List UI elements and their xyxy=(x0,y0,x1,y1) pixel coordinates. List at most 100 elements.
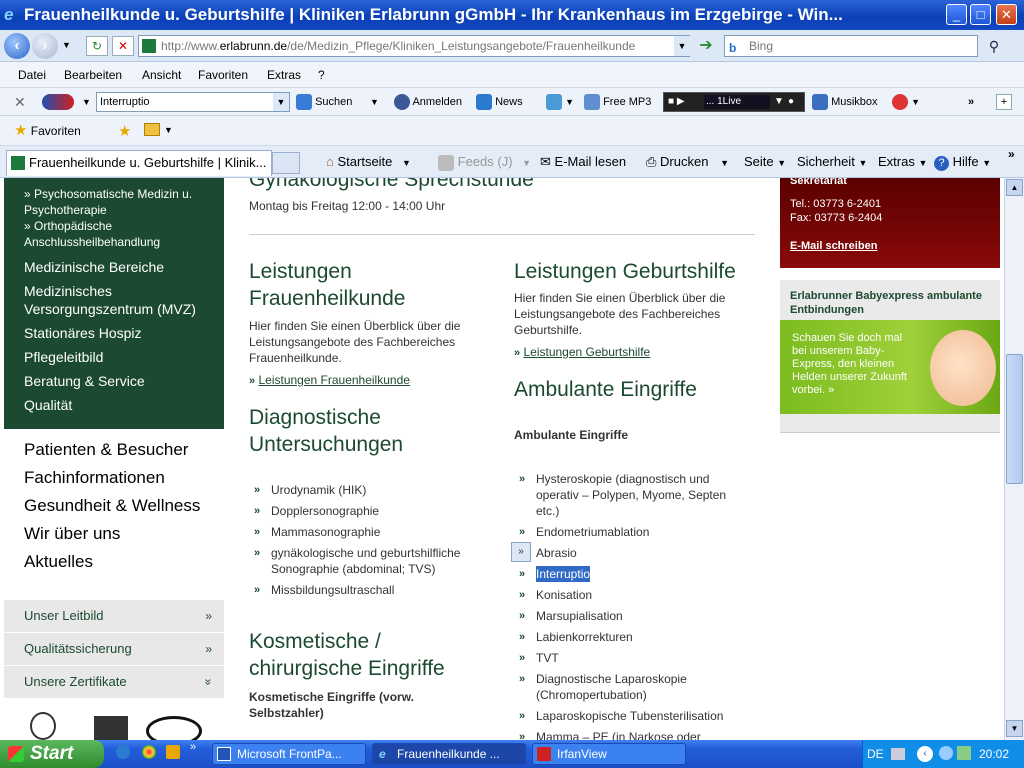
fh-link-row[interactable]: » Leistungen Frauenheilkunde xyxy=(249,373,410,387)
sicherheit-menu[interactable]: Sicherheit ▼ xyxy=(797,146,867,179)
toolbar-search-dropdown-icon[interactable]: ▼ xyxy=(273,93,289,111)
amb-item[interactable]: » TVT xyxy=(519,650,749,666)
nav-fachinformationen[interactable]: Fachinformationen xyxy=(24,468,165,488)
address-input[interactable]: http://www.erlabrunn.de/de/Medizin_Pfleg… xyxy=(138,35,690,57)
diag-item[interactable]: » Dopplersonographie xyxy=(254,503,484,519)
gh-link[interactable]: Leistungen Geburtshilfe xyxy=(523,345,650,359)
radio-station[interactable]: ... 1Live xyxy=(704,95,770,109)
menu-favoriten[interactable]: Favoriten xyxy=(198,62,248,88)
toolbar-overflow-icon[interactable]: » xyxy=(968,88,974,116)
vertical-scrollbar[interactable]: ▲ ▼ xyxy=(1004,178,1024,740)
startseite-button[interactable]: ⌂ Startseite ▼ xyxy=(326,146,411,179)
quicklaunch-overflow-icon[interactable]: » xyxy=(190,741,196,753)
email-link[interactable]: E-Mail schreiben xyxy=(790,240,877,252)
nav-sub-item[interactable]: » Orthopädische Anschlussheilbehandlung xyxy=(24,218,214,250)
radio-player[interactable]: ■ ▶ ... 1Live ▼ ● xyxy=(663,92,805,112)
nav-patienten[interactable]: Patienten & Besucher xyxy=(24,440,188,460)
taskbar-item-ie[interactable]: e Frauenheilkunde ... xyxy=(372,743,526,765)
amb-item[interactable]: » Interruptio xyxy=(519,566,749,582)
add-toolbar-icon[interactable]: + xyxy=(996,94,1012,110)
browser-tab[interactable]: Frauenheilkunde u. Geburtshilfe | Klinik… xyxy=(6,150,272,176)
folder-dropdown-icon[interactable]: ▼ xyxy=(164,125,173,135)
back-button[interactable]: ‹ xyxy=(4,33,30,59)
menu-datei[interactable]: Datei xyxy=(18,62,46,88)
amb-item[interactable]: » Laparoskopische Tubensterilisation xyxy=(519,708,749,724)
suchen-button[interactable]: Suchen xyxy=(296,88,352,116)
taskbar-item-irfanview[interactable]: IrfanView xyxy=(532,743,686,765)
logo-dropdown-icon[interactable]: ▼ xyxy=(82,88,91,116)
refresh-button[interactable]: ↻ xyxy=(86,36,108,56)
go-button[interactable]: ➔ xyxy=(696,36,716,56)
amb-item[interactable]: » Endometriumablation xyxy=(519,524,749,540)
amb-item[interactable]: » Diagnostische Laparoskopie (Chromopertu… xyxy=(519,671,749,703)
anmelden-button[interactable]: Anmelden xyxy=(394,88,462,116)
calendar-button[interactable]: ▼ xyxy=(546,88,574,116)
email-button[interactable]: ✉ E-Mail lesen xyxy=(540,146,626,178)
nav-item-medizinische-bereiche[interactable]: Medizinische Bereiche xyxy=(24,258,164,276)
menu-bearbeiten[interactable]: Bearbeiten xyxy=(64,62,122,88)
forward-button[interactable]: › xyxy=(32,33,58,59)
amb-item[interactable]: » Marsupialisation xyxy=(519,608,749,624)
suchen-dropdown-icon[interactable]: ▼ xyxy=(370,88,379,116)
search-input[interactable]: b Bing xyxy=(724,35,978,57)
hilfe-menu[interactable]: ? Hilfe ▼ xyxy=(934,146,991,179)
nav-aktuelles[interactable]: Aktuelles xyxy=(24,552,93,572)
close-button[interactable]: ✕ xyxy=(996,4,1017,25)
ie-quicklaunch-icon[interactable] xyxy=(116,745,130,759)
maximize-button[interactable]: □ xyxy=(970,4,991,25)
seite-menu[interactable]: Seite ▼ xyxy=(744,146,786,179)
radio-dropdown-icon[interactable]: ▼ xyxy=(774,93,784,111)
drucken-button[interactable]: ⎙ Drucken ▼ xyxy=(646,146,729,179)
scroll-up-button[interactable]: ▲ xyxy=(1006,179,1023,196)
diag-item[interactable]: » Missbildungsultraschall xyxy=(254,582,484,598)
folder-quicklaunch-icon[interactable] xyxy=(166,745,180,759)
search-icon[interactable]: ⚲ xyxy=(984,36,1004,56)
add-favorite-icon[interactable]: ★ xyxy=(118,122,131,140)
diag-item[interactable]: » Urodynamik (HIK) xyxy=(254,482,484,498)
close-toolbar-icon[interactable]: ✕ xyxy=(14,88,26,116)
toolbar-search-input[interactable]: Interruptio ▼ xyxy=(96,92,290,112)
menu-ansicht[interactable]: Ansicht xyxy=(142,62,181,88)
nav-wir-ueber-uns[interactable]: Wir über uns xyxy=(24,524,120,544)
diag-item[interactable]: » gynäkologische und geburtshilfliche Son… xyxy=(254,545,484,577)
language-indicator[interactable]: DE xyxy=(867,740,884,768)
nav-item-qualitaet[interactable]: Qualität xyxy=(24,396,72,414)
nav-unser-leitbild[interactable]: Unser Leitbild » xyxy=(4,600,224,632)
chrome-icon[interactable] xyxy=(142,745,156,759)
favoriten-button[interactable]: ★ Favoriten xyxy=(14,116,81,146)
clock[interactable]: 20:02 xyxy=(979,740,1009,768)
keyboard-icon[interactable] xyxy=(891,748,905,760)
scroll-thumb[interactable] xyxy=(1006,354,1023,484)
amb-item[interactable]: » Konisation xyxy=(519,587,749,603)
network-icon[interactable] xyxy=(957,746,971,760)
freemp3-button[interactable]: Free MP3 xyxy=(584,88,651,116)
play-icon[interactable]: ▶ xyxy=(677,96,685,107)
stop-button[interactable]: ✕ xyxy=(112,36,134,56)
nav-item-pflegeleitbild[interactable]: Pflegeleitbild xyxy=(24,348,103,366)
window-title-bar[interactable]: e Frauenheilkunde u. Geburtshilfe | Klin… xyxy=(0,0,1024,30)
nav-sub-item[interactable]: » Psychosomatische Medizin u. Psychother… xyxy=(24,186,214,218)
diag-item[interactable]: » Mammasonographie xyxy=(254,524,484,540)
volume-icon[interactable]: ● xyxy=(788,93,794,111)
nav-qualitaetssicherung[interactable]: Qualitätssicherung » xyxy=(4,633,224,665)
feeds-button[interactable]: Feeds (J) ▼ xyxy=(438,146,531,179)
nav-item-hospiz[interactable]: Stationäres Hospiz xyxy=(24,324,142,342)
nav-zertifikate[interactable]: Unsere Zertifikate » xyxy=(4,666,224,698)
babyexpress-banner[interactable]: Schauen Sie doch mal bei unserem Baby-Ex… xyxy=(780,320,1000,414)
minimize-button[interactable]: _ xyxy=(946,4,967,25)
new-tab-button[interactable] xyxy=(272,152,300,174)
address-dropdown-icon[interactable]: ▼ xyxy=(674,36,690,56)
stop-icon[interactable]: ■ xyxy=(668,96,674,107)
scroll-down-button[interactable]: ▼ xyxy=(1006,720,1023,737)
addon-button[interactable]: ▼ xyxy=(892,88,920,116)
amb-item[interactable]: » Labienkorrekturen xyxy=(519,629,749,645)
taskbar-item-frontpage[interactable]: Microsoft FrontPa... xyxy=(212,743,366,765)
start-button[interactable]: Start xyxy=(0,740,104,768)
news-button[interactable]: News xyxy=(476,88,523,116)
history-dropdown-icon[interactable]: ▼ xyxy=(62,40,71,50)
gh-link-row[interactable]: » Leistungen Geburtshilfe xyxy=(514,345,650,359)
amb-item[interactable]: » Abrasio xyxy=(511,542,749,562)
tray-expand-icon[interactable]: ‹ xyxy=(917,746,933,762)
nav-item-mvz[interactable]: Medizinisches Versorgungszentrum (MVZ) xyxy=(24,282,220,318)
menu-extras[interactable]: Extras xyxy=(267,62,301,88)
